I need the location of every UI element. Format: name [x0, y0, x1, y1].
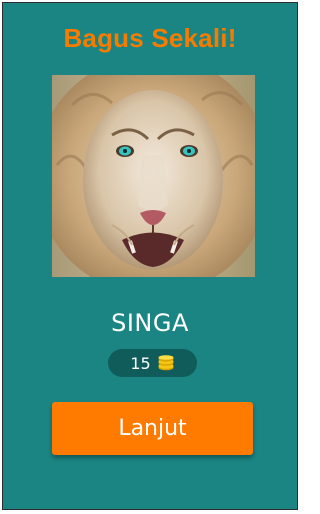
game-screen: Bagus Sekali! SINGA 15 Lanjut: [2, 2, 298, 510]
lion-image: [52, 75, 255, 277]
coin-count: 15: [130, 353, 151, 373]
coin-reward-badge: 15: [108, 349, 197, 377]
result-title: Bagus Sekali!: [63, 23, 237, 53]
next-button[interactable]: Lanjut: [52, 402, 253, 455]
answer-word: SINGA: [111, 309, 189, 337]
coin-stack-icon: [157, 355, 175, 371]
lion-illustration: [52, 75, 255, 277]
